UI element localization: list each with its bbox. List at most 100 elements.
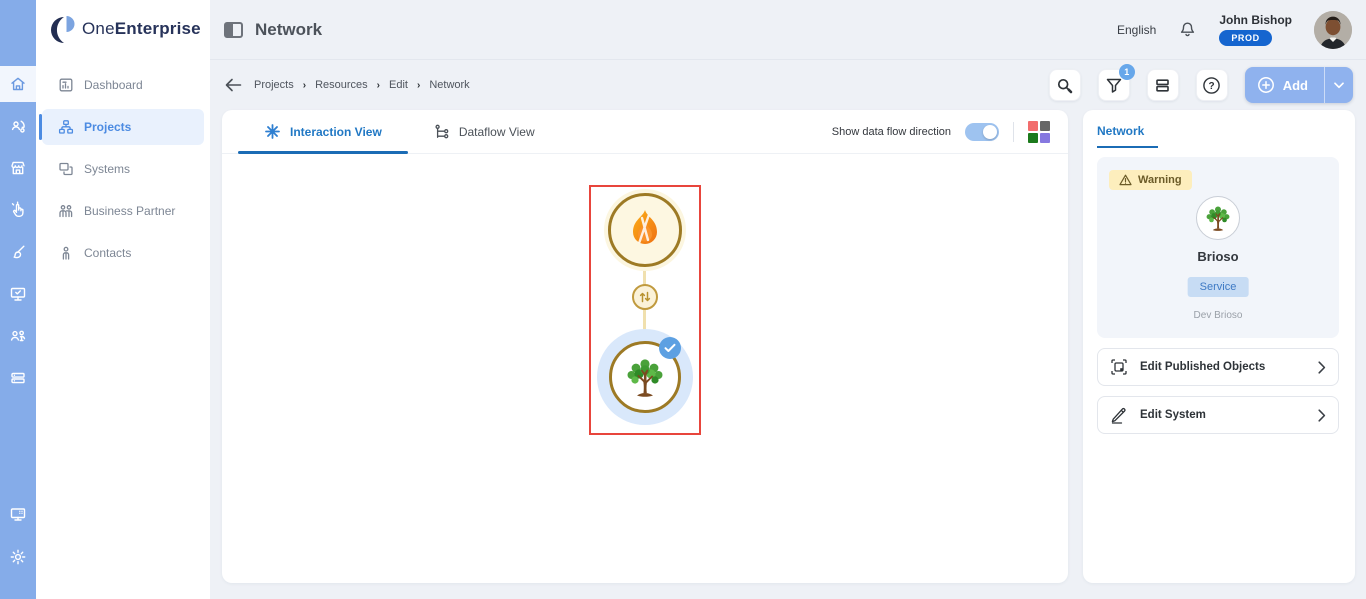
rail-item-server[interactable]	[0, 360, 36, 396]
contact-icon	[58, 245, 74, 261]
detail-panel: Network Warning Brioso Service Dev Brios…	[1083, 110, 1355, 583]
dataflow-toggle-label: Show data flow direction	[832, 126, 951, 138]
gear-icon	[9, 548, 27, 566]
exchange-connector-icon[interactable]	[632, 284, 658, 310]
sidebar-item-label: Business Partner	[84, 204, 175, 218]
store-icon	[9, 159, 27, 177]
canvas-tabs: Interaction View Dataflow View Show data…	[222, 110, 1068, 154]
breadcrumb-item[interactable]: Network	[429, 79, 469, 91]
color-grid-icon[interactable]	[1028, 121, 1050, 143]
edit-published-objects-button[interactable]: Edit Published Objects	[1097, 348, 1339, 386]
dataflow-toggle[interactable]	[965, 123, 999, 141]
monitor-check-icon	[9, 285, 27, 303]
brand-name: OneEnterprise	[82, 19, 201, 39]
filter-button[interactable]: 1	[1098, 69, 1130, 101]
plus-circle-icon	[1257, 76, 1275, 94]
add-button[interactable]: Add	[1245, 67, 1324, 103]
sidebar-item-label: Projects	[84, 120, 131, 134]
sidebar-menu: OneEnterprise Dashboard Projects Systems…	[36, 0, 210, 599]
add-split-button: Add	[1245, 67, 1353, 103]
search-button[interactable]	[1049, 69, 1081, 101]
entity-name: Brioso	[1097, 249, 1339, 264]
rail-item-monitor-apps[interactable]	[0, 496, 36, 532]
warning-icon	[1119, 174, 1132, 186]
sidebar-item-contacts[interactable]: Contacts	[36, 232, 210, 274]
svg-text:?: ?	[1209, 81, 1215, 92]
sidebar-item-business-partner[interactable]: Business Partner	[36, 190, 210, 232]
server-icon	[9, 369, 27, 387]
monitor-apps-icon	[9, 505, 27, 523]
entity-avatar	[1196, 196, 1240, 240]
rail-item-settings[interactable]	[0, 539, 36, 575]
selected-check-icon	[659, 337, 681, 359]
sidebar-item-projects[interactable]: Projects	[36, 106, 210, 148]
filter-icon	[1105, 77, 1123, 94]
users-icon	[9, 327, 27, 345]
app-root: OneEnterprise Dashboard Projects Systems…	[0, 0, 1366, 599]
tab-network-details[interactable]: Network	[1097, 124, 1158, 148]
rail-item-paintbrush[interactable]	[0, 234, 36, 270]
network-canvas[interactable]: Interaction View Dataflow View Show data…	[222, 110, 1068, 583]
language-selector[interactable]: English	[1117, 23, 1156, 37]
systems-icon	[58, 161, 74, 177]
home-icon	[9, 75, 27, 93]
node-flame-system[interactable]	[608, 193, 682, 267]
rail-item-hand-click[interactable]	[0, 192, 36, 228]
rail-item-users[interactable]	[0, 318, 36, 354]
icon-rail	[0, 0, 36, 599]
breadcrumb-row: Projects› Resources› Edit› Network 1 ?	[210, 60, 1366, 110]
breadcrumb-item[interactable]: Projects	[254, 79, 294, 91]
chevron-right-icon	[1318, 361, 1326, 374]
breadcrumb: Projects› Resources› Edit› Network	[254, 79, 470, 91]
user-menu[interactable]: John Bishop PROD	[1219, 13, 1292, 46]
header: Network English John Bishop PROD	[210, 0, 1366, 60]
entity-card: Warning Brioso Service Dev Brioso	[1097, 157, 1339, 338]
rail-item-home[interactable]	[0, 66, 36, 102]
search-icon	[1056, 77, 1073, 94]
help-button[interactable]: ?	[1196, 69, 1228, 101]
help-icon: ?	[1202, 76, 1221, 95]
flame-icon	[625, 208, 665, 252]
tree-icon	[1203, 203, 1233, 233]
sidebar-item-label: Systems	[84, 162, 130, 176]
rail-item-user-sync[interactable]	[0, 108, 36, 144]
rows-icon	[1154, 77, 1171, 94]
rail-item-monitor-check[interactable]	[0, 276, 36, 312]
org-chart-icon	[58, 119, 74, 135]
breadcrumb-item[interactable]: Edit	[389, 79, 408, 91]
brand-logo[interactable]: OneEnterprise	[50, 12, 201, 46]
page-title: Network	[255, 20, 322, 40]
breadcrumb-item[interactable]: Resources	[315, 79, 368, 91]
hand-click-icon	[9, 201, 27, 219]
rail-item-store[interactable]	[0, 150, 36, 186]
brand-mark-icon	[50, 12, 80, 46]
object-select-icon	[1110, 358, 1128, 376]
pencil-icon	[1110, 406, 1128, 424]
notification-bell-icon[interactable]	[1178, 20, 1197, 39]
tree-icon	[622, 354, 668, 400]
sidebar-item-dashboard[interactable]: Dashboard	[36, 64, 210, 106]
sidebar-item-systems[interactable]: Systems	[36, 148, 210, 190]
sidebar-item-label: Contacts	[84, 246, 131, 260]
warning-badge: Warning	[1109, 170, 1192, 190]
edit-system-button[interactable]: Edit System	[1097, 396, 1339, 434]
entity-type-badge: Service	[1188, 277, 1249, 297]
chevron-down-icon	[1334, 82, 1344, 89]
paintbrush-icon	[9, 243, 27, 261]
chevron-right-icon	[1318, 409, 1326, 422]
env-badge: PROD	[1219, 30, 1271, 46]
add-dropdown-button[interactable]	[1324, 67, 1353, 103]
panel-toggle-icon[interactable]	[224, 22, 243, 38]
user-name: John Bishop	[1219, 13, 1292, 27]
avatar[interactable]	[1314, 11, 1352, 49]
layout-rows-button[interactable]	[1147, 69, 1179, 101]
back-button[interactable]	[224, 78, 242, 92]
tab-interaction-view[interactable]: Interaction View	[238, 110, 408, 153]
user-sync-icon	[9, 117, 27, 135]
filter-count-badge: 1	[1119, 64, 1135, 80]
entity-subtitle: Dev Brioso	[1097, 310, 1339, 321]
snowflake-icon	[264, 123, 281, 140]
sidebar-item-label: Dashboard	[84, 78, 143, 92]
tab-dataflow-view[interactable]: Dataflow View	[408, 110, 561, 153]
business-partner-icon	[58, 203, 74, 219]
